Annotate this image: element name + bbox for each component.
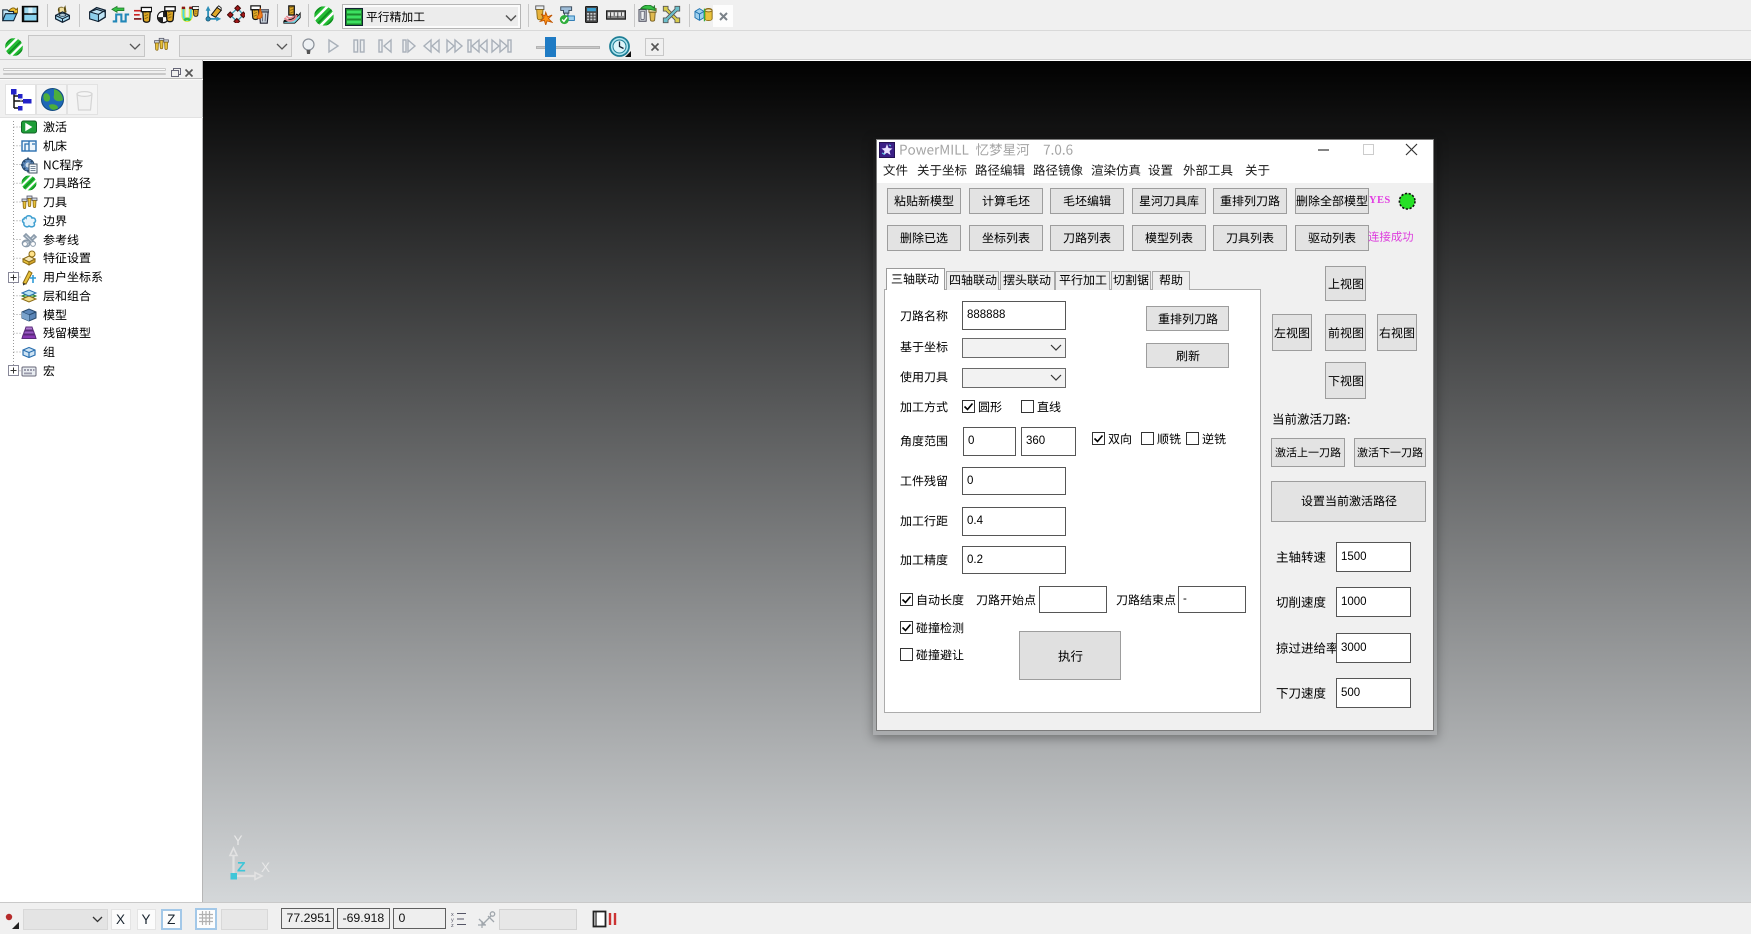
svg-text:z: z <box>451 923 454 927</box>
svg-text:X: X <box>261 860 270 875</box>
svg-text:Z: Z <box>237 859 246 875</box>
svg-text:Y: Y <box>233 833 242 848</box>
